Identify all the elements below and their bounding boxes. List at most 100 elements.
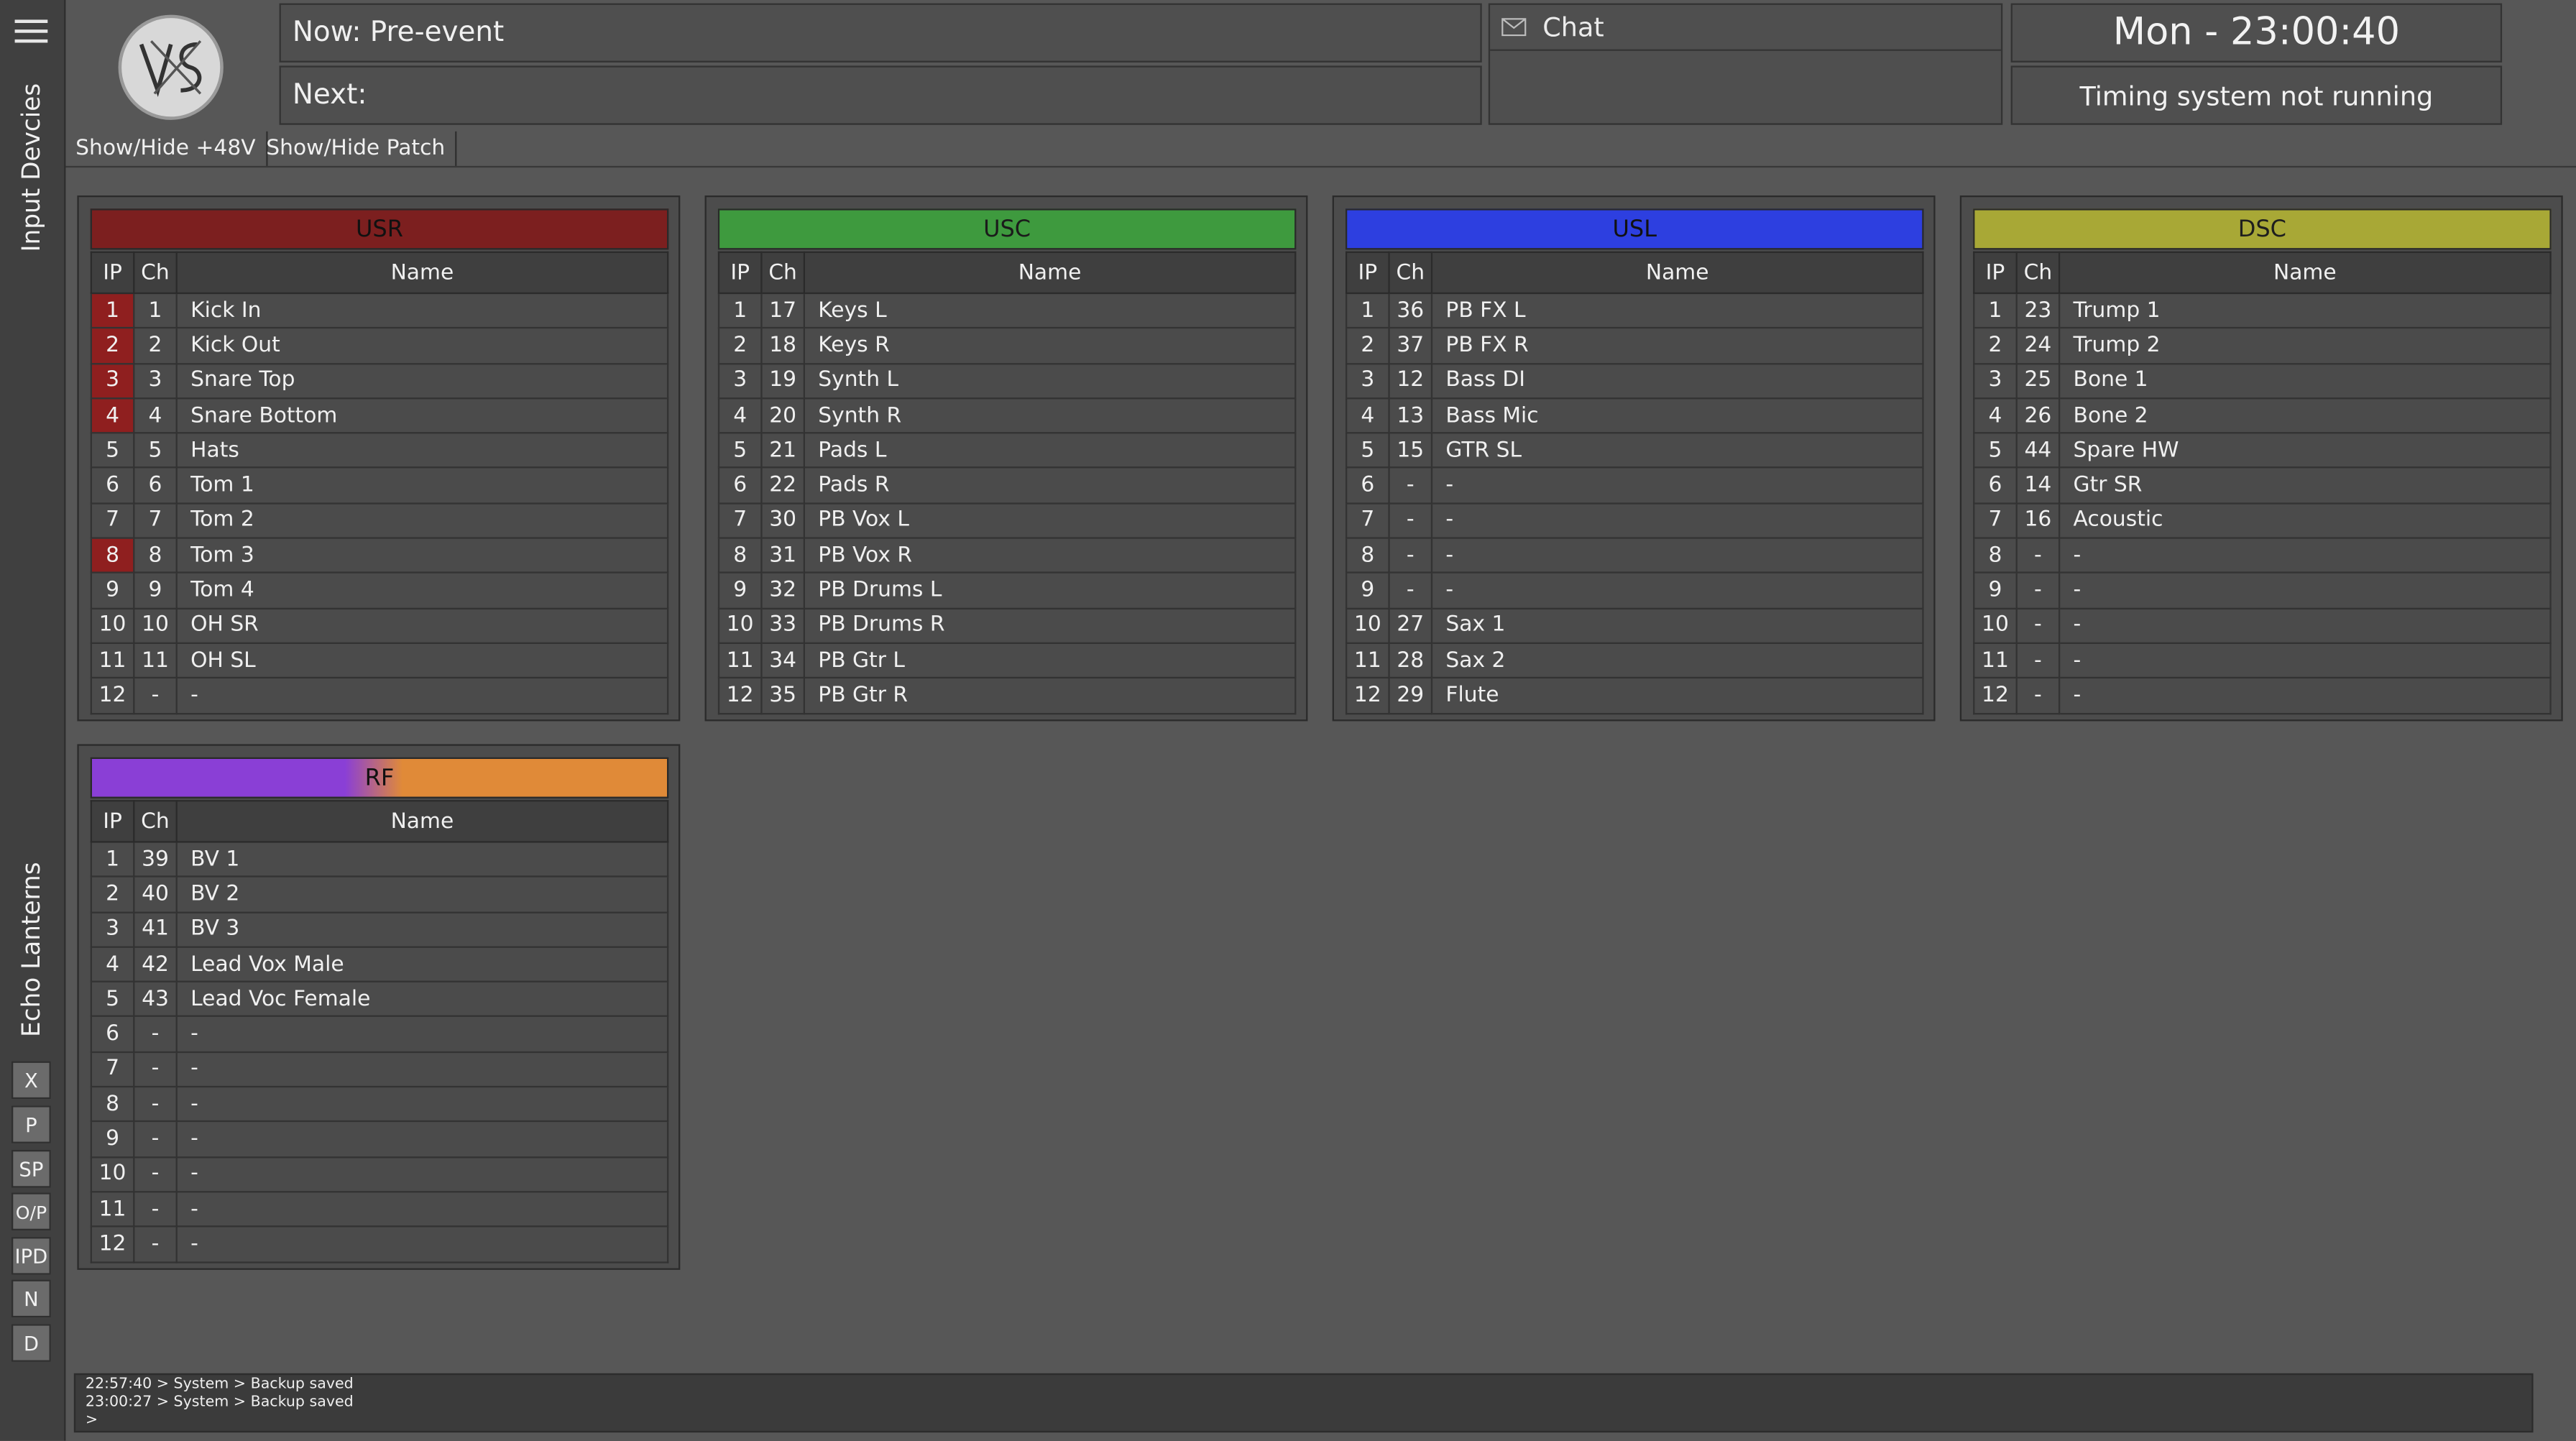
name-cell[interactable]: - [175, 1225, 669, 1263]
ip-cell[interactable]: 9 [90, 1120, 135, 1158]
table-row[interactable]: 12- - [90, 677, 669, 714]
name-cell[interactable]: PB FX R [1430, 327, 1924, 364]
ip-cell[interactable]: 2 [90, 875, 135, 913]
channel-cell[interactable]: 20 [760, 397, 805, 434]
table-row[interactable]: 8 31 PB Vox R [717, 537, 1297, 574]
name-cell[interactable]: - [2058, 607, 2552, 644]
ip-cell[interactable]: 11 [90, 1191, 135, 1228]
ip-cell[interactable]: 10 [90, 607, 135, 644]
name-cell[interactable]: - [2058, 537, 2552, 574]
channel-cell[interactable]: - [1388, 467, 1433, 505]
ip-cell[interactable]: 9 [717, 572, 763, 609]
channel-cell[interactable]: 12 [1388, 362, 1433, 400]
ip-cell[interactable]: 5 [1973, 432, 2018, 469]
ip-cell[interactable]: 2 [717, 327, 763, 364]
side-button-p[interactable]: P [11, 1105, 51, 1143]
name-cell[interactable]: PB Gtr L [803, 642, 1297, 679]
name-cell[interactable]: Hats [175, 432, 669, 469]
ip-cell[interactable]: 7 [1973, 502, 2018, 539]
name-cell[interactable]: GTR SL [1430, 432, 1924, 469]
channel-cell[interactable]: 35 [760, 677, 805, 714]
channel-cell[interactable]: 39 [133, 841, 178, 878]
ip-cell[interactable]: 3 [1345, 362, 1390, 400]
ip-cell[interactable]: 12 [717, 677, 763, 714]
table-row[interactable]: 4 20 Synth R [717, 397, 1297, 434]
name-cell[interactable]: - [1430, 467, 1924, 505]
name-cell[interactable]: Bone 2 [2058, 397, 2552, 434]
name-cell[interactable]: Bass Mic [1430, 397, 1924, 434]
name-cell[interactable]: - [1430, 572, 1924, 609]
name-cell[interactable]: Sax 1 [1430, 607, 1924, 644]
ip-cell[interactable]: 8 [90, 537, 135, 574]
name-cell[interactable]: Tom 4 [175, 572, 669, 609]
name-cell[interactable]: - [2058, 572, 2552, 609]
ip-cell[interactable]: 10 [1973, 607, 2018, 644]
panel-title[interactable]: USL [1345, 208, 1924, 250]
ip-cell[interactable]: 6 [717, 467, 763, 505]
name-cell[interactable]: - [175, 1086, 669, 1123]
channel-cell[interactable]: - [133, 1156, 178, 1193]
log-prompt[interactable]: > [86, 1413, 2522, 1431]
side-button-d[interactable]: D [11, 1324, 51, 1362]
channel-cell[interactable]: - [133, 677, 178, 714]
channel-cell[interactable]: - [2015, 572, 2061, 609]
channel-cell[interactable]: 14 [2015, 467, 2061, 505]
name-cell[interactable]: PB Vox R [803, 537, 1297, 574]
channel-cell[interactable]: 42 [133, 946, 178, 983]
name-cell[interactable]: - [2058, 677, 2552, 714]
channel-cell[interactable]: 25 [2015, 362, 2061, 400]
name-cell[interactable]: Spare HW [2058, 432, 2552, 469]
table-row[interactable]: 4 4 Snare Bottom [90, 397, 669, 434]
channel-cell[interactable]: - [1388, 502, 1433, 539]
table-row[interactable]: 7-- [90, 1051, 669, 1088]
table-row[interactable]: 9-- [1973, 572, 2552, 609]
ip-cell[interactable]: 4 [1345, 397, 1390, 434]
table-row[interactable]: 2 37 PB FX R [1345, 327, 1924, 364]
name-cell[interactable]: - [2058, 642, 2552, 679]
ip-cell[interactable]: 2 [1973, 327, 2018, 364]
ip-cell[interactable]: 5 [90, 432, 135, 469]
channel-cell[interactable]: 15 [1388, 432, 1433, 469]
show-hide-patch-button[interactable]: Show/Hide Patch [257, 131, 457, 166]
table-row[interactable]: 7 30 PB Vox L [717, 502, 1297, 539]
ip-cell[interactable]: 7 [1345, 502, 1390, 539]
channel-cell[interactable]: 26 [2015, 397, 2061, 434]
name-cell[interactable]: Trump 2 [2058, 327, 2552, 364]
name-cell[interactable]: - [175, 1051, 669, 1088]
panel-title[interactable]: RF [90, 757, 669, 798]
channel-cell[interactable]: 4 [133, 397, 178, 434]
table-row[interactable]: 5 44 Spare HW [1973, 432, 2552, 469]
ip-cell[interactable]: 8 [90, 1086, 135, 1123]
channel-cell[interactable]: 13 [1388, 397, 1433, 434]
side-button-x[interactable]: X [11, 1061, 51, 1100]
name-cell[interactable]: Lead Voc Female [175, 980, 669, 1018]
name-cell[interactable]: PB Drums L [803, 572, 1297, 609]
channel-cell[interactable]: 24 [2015, 327, 2061, 364]
table-row[interactable]: 1 36 PB FX L [1345, 292, 1924, 329]
ip-cell[interactable]: 3 [90, 362, 135, 400]
table-row[interactable]: 6-- [1345, 467, 1924, 505]
ip-cell[interactable]: 8 [717, 537, 763, 574]
ip-cell[interactable]: 8 [1973, 537, 2018, 574]
name-cell[interactable]: - [175, 1120, 669, 1158]
panel-title[interactable]: USC [717, 208, 1297, 250]
name-cell[interactable]: Keys L [803, 292, 1297, 329]
channel-cell[interactable]: - [2015, 677, 2061, 714]
side-button-sp[interactable]: SP [11, 1149, 51, 1188]
table-row[interactable]: 2 24 Trump 2 [1973, 327, 2552, 364]
name-cell[interactable]: PB FX L [1430, 292, 1924, 329]
channel-cell[interactable]: 32 [760, 572, 805, 609]
chat-panel[interactable]: Chat [1488, 3, 2003, 125]
table-row[interactable]: 9-- [90, 1120, 669, 1158]
ip-cell[interactable]: 1 [90, 292, 135, 329]
table-row[interactable]: 3 12 Bass DI [1345, 362, 1924, 400]
channel-cell[interactable]: - [133, 1051, 178, 1088]
ip-cell[interactable]: 10 [717, 607, 763, 644]
ip-cell[interactable]: 6 [1345, 467, 1390, 505]
table-row[interactable]: 2 18 Keys R [717, 327, 1297, 364]
name-cell[interactable]: Sax 2 [1430, 642, 1924, 679]
ip-cell[interactable]: 9 [1345, 572, 1390, 609]
table-row[interactable]: 9-- [1345, 572, 1924, 609]
channel-cell[interactable]: 2 [133, 327, 178, 364]
name-cell[interactable]: BV 1 [175, 841, 669, 878]
